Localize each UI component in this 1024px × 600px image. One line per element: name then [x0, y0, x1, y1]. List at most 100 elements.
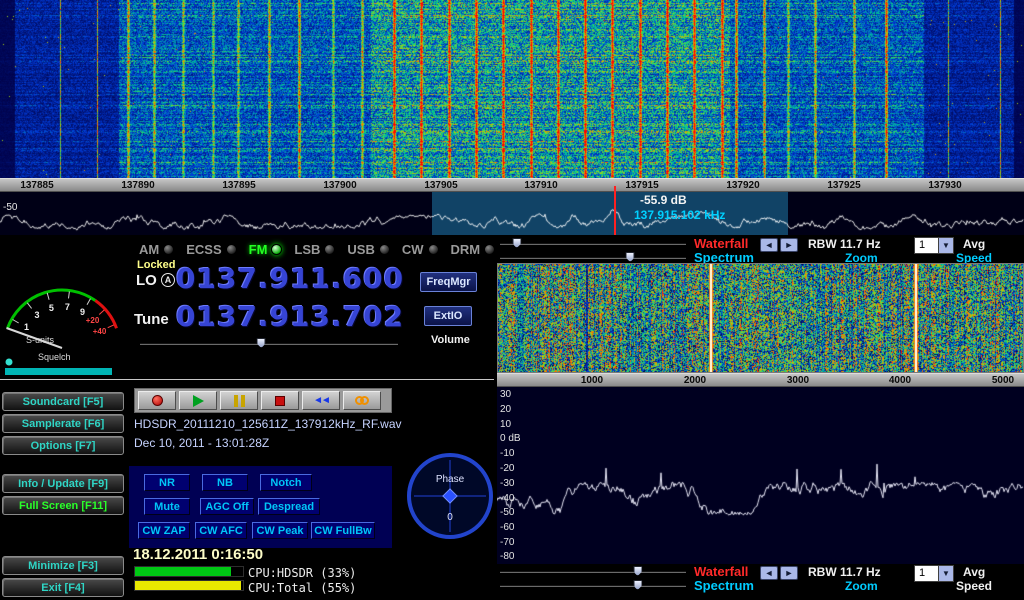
mode-knob-icon — [484, 244, 495, 255]
slider-thumb[interactable] — [633, 566, 642, 576]
freq-scale-label: 137915 — [625, 180, 658, 191]
notch-button[interactable]: Notch — [260, 474, 312, 491]
options-button[interactable]: Options [F7] — [2, 436, 124, 455]
mode-fm[interactable]: FM — [249, 242, 283, 257]
rf-frequency-scale[interactable]: 137885 137890 137895 137900 137905 13791… — [0, 178, 1024, 192]
play-button[interactable] — [179, 391, 217, 410]
slider-track — [500, 242, 686, 245]
audio-spectrum-trace — [497, 387, 1024, 564]
extio-button[interactable]: ExtIO — [424, 306, 472, 326]
record-icon — [152, 395, 163, 406]
lo-frequency-display[interactable]: 0137.911.600 — [176, 265, 404, 293]
cw-afc-button[interactable]: CW AFC — [195, 522, 247, 539]
s-meter[interactable]: 1 3 5 7 9 +20 +40 S-units Squelch — [0, 240, 130, 372]
freq-scale-label: 137885 — [20, 180, 53, 191]
mode-knob-icon — [379, 244, 390, 255]
s-meter-tick-label: +20 — [86, 316, 100, 325]
zoom-out-button[interactable]: ◄ — [760, 566, 778, 580]
stop-button[interactable] — [261, 391, 299, 410]
freq-scale-label: 2000 — [684, 375, 706, 386]
exit-button[interactable]: Exit [F4] — [2, 578, 124, 597]
minimize-button[interactable]: Minimize [F3] — [2, 556, 124, 575]
s-meter-tick-label: +40 — [93, 327, 107, 336]
slider-thumb[interactable] — [257, 338, 266, 348]
volume-slider[interactable] — [140, 337, 398, 349]
tune-marker-line — [614, 186, 616, 235]
display-controls-bottom: Waterfall Spectrum ◄ ► RBW 11.7 Hz Zoom … — [497, 564, 1024, 598]
spectrum-contrast-slider[interactable] — [500, 579, 686, 591]
mode-cw[interactable]: CW — [402, 242, 439, 257]
s-meter-tick-label: 7 — [65, 302, 70, 312]
button-label: Exit [F4] — [41, 582, 84, 594]
mode-label: CW — [402, 242, 424, 257]
slider-thumb[interactable] — [626, 252, 635, 262]
agc-off-button[interactable]: AGC Off — [200, 498, 254, 515]
db-scale-label: -30 — [500, 478, 514, 489]
rewind-icon: ◄◄ — [313, 395, 329, 406]
avg-select[interactable]: 1▼ — [914, 565, 954, 582]
waterfall-contrast-slider[interactable] — [500, 565, 686, 577]
rewind-button[interactable]: ◄◄ — [302, 391, 340, 410]
freq-scale-label: 4000 — [889, 375, 911, 386]
soundcard-button[interactable]: Soundcard [F5] — [2, 392, 124, 411]
cpu-total-fill — [135, 581, 241, 590]
info-update-button[interactable]: Info / Update [F9] — [2, 474, 124, 493]
waterfall-contrast-slider[interactable] — [500, 237, 686, 249]
nr-button[interactable]: NR — [144, 474, 190, 491]
mode-lsb[interactable]: LSB — [294, 242, 335, 257]
slider-thumb[interactable] — [512, 238, 521, 248]
freq-scale-label: 1000 — [581, 375, 603, 386]
mode-am[interactable]: AM — [139, 242, 174, 257]
dropdown-arrow-icon[interactable]: ▼ — [938, 566, 953, 581]
button-label: AGC Off — [205, 501, 248, 513]
rf-waterfall-display[interactable] — [0, 0, 1024, 178]
tune-label: Tune — [134, 311, 169, 328]
zoom-in-button[interactable]: ► — [780, 238, 798, 252]
cpu-total-bar — [134, 580, 244, 591]
mute-button[interactable]: Mute — [144, 498, 190, 515]
lo-label: LO — [136, 272, 157, 289]
loop-icon — [355, 396, 369, 405]
cw-zap-button[interactable]: CW ZAP — [138, 522, 190, 539]
mode-label: LSB — [294, 242, 320, 257]
freq-scale-label: 137920 — [726, 180, 759, 191]
lo-a-badge-icon[interactable]: A — [161, 273, 175, 287]
slider-thumb[interactable] — [633, 580, 642, 590]
freqmgr-button[interactable]: FreqMgr — [420, 272, 477, 292]
db-scale-label: 30 — [500, 389, 511, 400]
loop-button[interactable] — [343, 391, 381, 410]
tune-frequency-display[interactable]: 0137.913.702 — [176, 303, 404, 331]
despread-button[interactable]: Despread — [258, 498, 320, 515]
fullscreen-button[interactable]: Full Screen [F11] — [2, 496, 124, 515]
zoom-in-button[interactable]: ► — [780, 566, 798, 580]
rf-spectrum-display[interactable]: -50 -55.9 dB 137.915.102 kHz — [0, 192, 1024, 235]
samplerate-button[interactable]: Samplerate [F6] — [2, 414, 124, 433]
cw-peak-button[interactable]: CW Peak — [252, 522, 308, 539]
mode-knob-icon — [271, 244, 282, 255]
audio-frequency-scale[interactable]: 1000 2000 3000 4000 5000 — [497, 373, 1024, 387]
button-label: FreqMgr — [427, 276, 471, 288]
spectrum-contrast-slider[interactable] — [500, 251, 686, 263]
freq-scale-label: 137895 — [222, 180, 255, 191]
waterfall-label[interactable]: Waterfall — [694, 564, 748, 579]
mode-usb[interactable]: USB — [347, 242, 389, 257]
button-label: Soundcard [F5] — [23, 396, 104, 408]
audio-spectrum-display[interactable]: 30 20 10 0 dB -10 -20 -30 -40 -50 -60 -7… — [497, 387, 1024, 564]
cw-fullbw-button[interactable]: CW FullBw — [311, 522, 375, 539]
pause-icon — [234, 395, 245, 407]
mode-ecss[interactable]: ECSS — [186, 242, 236, 257]
nb-button[interactable]: NB — [202, 474, 248, 491]
spectrum-label[interactable]: Spectrum — [694, 578, 754, 593]
audio-waterfall-display[interactable] — [498, 264, 1023, 372]
mode-drm[interactable]: DRM — [451, 242, 496, 257]
db-scale-label: 10 — [500, 419, 511, 430]
freq-scale-label: 137910 — [524, 180, 557, 191]
mode-label: ECSS — [186, 242, 221, 257]
dropdown-arrow-icon[interactable]: ▼ — [938, 238, 953, 253]
waterfall-label[interactable]: Waterfall — [694, 236, 748, 251]
pause-button[interactable] — [220, 391, 258, 410]
avg-select[interactable]: 1▼ — [914, 237, 954, 254]
zoom-out-button[interactable]: ◄ — [760, 238, 778, 252]
record-button[interactable] — [138, 391, 176, 410]
button-label: Full Screen [F11] — [19, 500, 107, 512]
